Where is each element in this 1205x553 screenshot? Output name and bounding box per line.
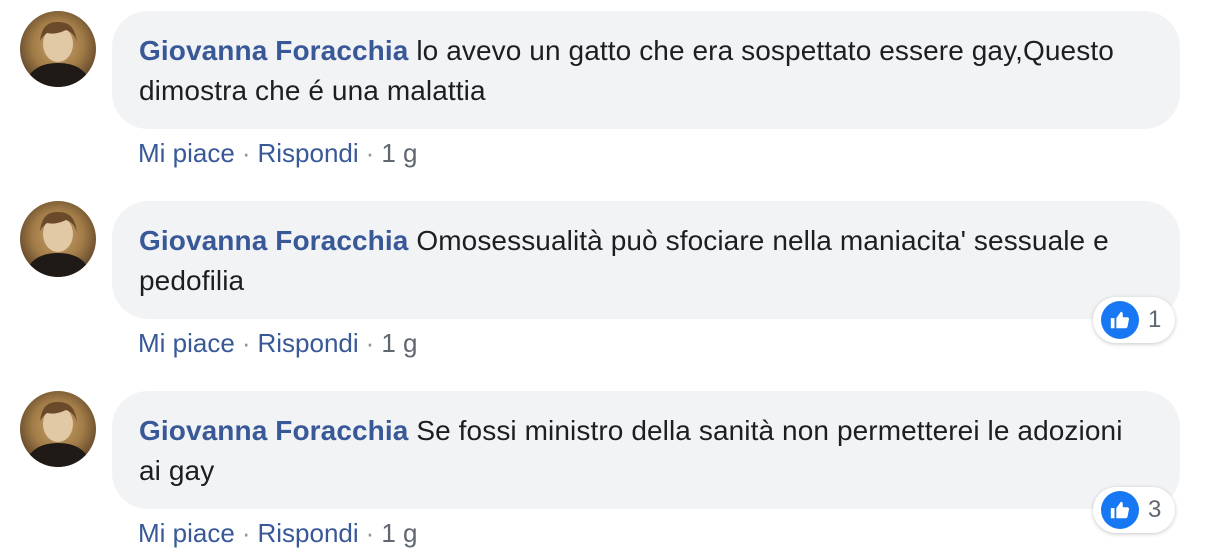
reaction-summary[interactable]: 1 bbox=[1093, 297, 1175, 343]
separator: · bbox=[365, 328, 375, 358]
like-icon bbox=[1101, 491, 1139, 529]
timestamp[interactable]: 1 g bbox=[381, 328, 417, 358]
comment-author[interactable]: Giovanna Foracchia bbox=[139, 225, 408, 256]
reaction-count: 1 bbox=[1148, 306, 1162, 333]
avatar[interactable] bbox=[20, 201, 96, 277]
avatar[interactable] bbox=[20, 11, 96, 87]
comment-bubble: Giovanna Foracchia lo avevo un gatto che… bbox=[112, 11, 1180, 129]
separator: · bbox=[365, 518, 375, 548]
avatar[interactable] bbox=[20, 391, 96, 467]
timestamp[interactable]: 1 g bbox=[381, 138, 417, 168]
separator: · bbox=[241, 328, 251, 358]
reply-link[interactable]: Rispondi bbox=[258, 518, 359, 548]
separator: · bbox=[241, 518, 251, 548]
comment-author[interactable]: Giovanna Foracchia bbox=[139, 35, 408, 66]
separator: · bbox=[365, 138, 375, 168]
comment-actions: Mi piace · Rispondi · 1 g bbox=[138, 513, 418, 553]
comment-actions: Mi piace · Rispondi · 1 g bbox=[138, 323, 418, 363]
like-icon bbox=[1101, 301, 1139, 339]
separator: · bbox=[241, 138, 251, 168]
timestamp[interactable]: 1 g bbox=[381, 518, 417, 548]
comment-bubble: Giovanna Foracchia Omosessualità può sfo… bbox=[112, 201, 1180, 319]
comment-author[interactable]: Giovanna Foracchia bbox=[139, 415, 408, 446]
comment-actions: Mi piace · Rispondi · 1 g bbox=[138, 133, 418, 173]
reaction-summary[interactable]: 3 bbox=[1093, 487, 1175, 533]
like-link[interactable]: Mi piace bbox=[138, 328, 235, 358]
reply-link[interactable]: Rispondi bbox=[258, 328, 359, 358]
reaction-count: 3 bbox=[1148, 496, 1162, 523]
reply-link[interactable]: Rispondi bbox=[258, 138, 359, 168]
like-link[interactable]: Mi piace bbox=[138, 138, 235, 168]
comment-bubble: Giovanna Foracchia Se fossi ministro del… bbox=[112, 391, 1180, 509]
like-link[interactable]: Mi piace bbox=[138, 518, 235, 548]
